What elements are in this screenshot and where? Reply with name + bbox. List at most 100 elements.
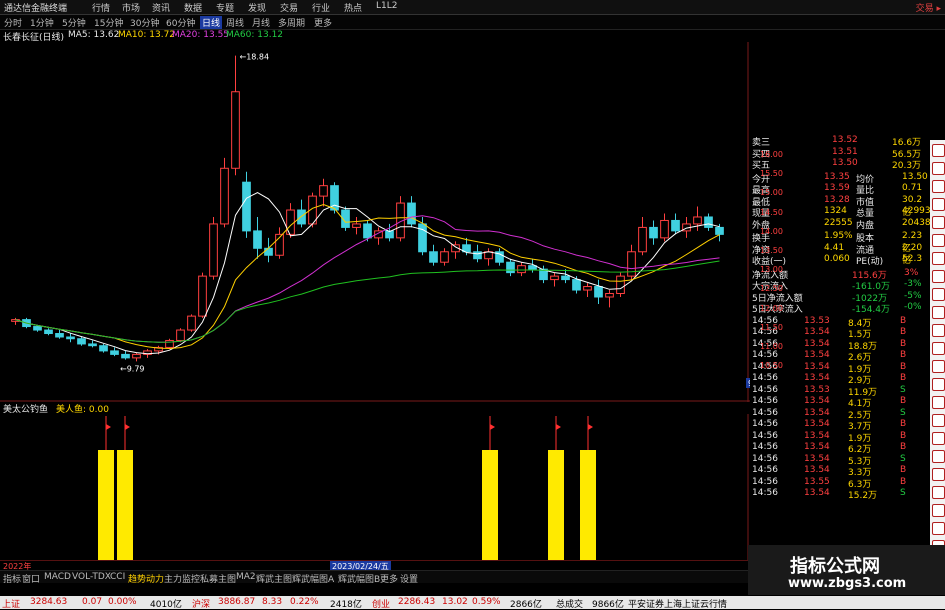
period-more[interactable]: 更多 [314, 16, 332, 29]
candle-body [352, 223, 361, 228]
period-daily[interactable]: 日线 [200, 16, 223, 29]
menu-item-topics[interactable]: 专题 [216, 1, 234, 14]
tab-hw-b[interactable]: 辉武幅图B [338, 572, 380, 585]
tab-hw-main[interactable]: 辉武主图 [256, 572, 292, 585]
tab-more[interactable]: 更多 [380, 572, 398, 585]
tab-indicator[interactable]: 指标 [3, 572, 21, 585]
period-30min[interactable]: 30分钟 [130, 16, 159, 29]
order-row-cell: 20.3万 [892, 161, 922, 171]
period-5min[interactable]: 5分钟 [62, 16, 86, 29]
price-axis-tick: 10.50 [760, 361, 783, 371]
candle-body [572, 279, 581, 291]
sidebar-tool-icon[interactable] [932, 468, 945, 481]
tick-row: 14:56 13.54 2.9万 B [752, 373, 930, 386]
menu-item-data[interactable]: 数据 [184, 1, 202, 14]
period-timeshare[interactable]: 分时 [4, 16, 22, 29]
sidebar-tool-icon[interactable] [932, 216, 945, 229]
candlestick-chart[interactable]: ←18.84 ←9.79 9.85 [0, 42, 750, 402]
menu-item-discover[interactable]: 发现 [248, 1, 266, 14]
sidebar-tool-icon[interactable] [932, 306, 945, 319]
candle-body [561, 275, 570, 281]
sidebar-tool-icon[interactable] [932, 252, 945, 265]
period-60min[interactable]: 60分钟 [166, 16, 195, 29]
sidebar-tool-icon[interactable] [932, 360, 945, 373]
candle-body [506, 261, 515, 274]
candle-body [583, 286, 592, 291]
tab-window[interactable]: 窗口 [22, 572, 40, 585]
sidebar-tool-icon[interactable] [932, 432, 945, 445]
candle-body [627, 251, 636, 277]
tick-row-cell: 13.54 [804, 442, 830, 452]
sidebar-tool-icon[interactable] [932, 504, 945, 517]
tab-private-main[interactable]: 私募主图 [200, 572, 236, 585]
menu-item-quotes[interactable]: 行情 [92, 1, 110, 14]
period-15min[interactable]: 15分钟 [94, 16, 123, 29]
tick-row-cell: 14:56 [752, 465, 778, 475]
sidebar-tool-icon[interactable] [932, 144, 945, 157]
stat-row-cell: PE(动) [856, 257, 884, 267]
tick-row-cell: 14:56 [752, 350, 778, 360]
period-1min[interactable]: 1分钟 [30, 16, 54, 29]
candle-body [55, 333, 64, 338]
tab-trend[interactable]: 趋势动力 [128, 572, 164, 585]
sidebar-tool-icon[interactable] [932, 522, 945, 535]
candle-body [473, 251, 482, 260]
sidebar-tool-icon[interactable] [932, 378, 945, 391]
period-multi[interactable]: 多周期 [278, 16, 305, 29]
high-marker: ←18.84 [240, 53, 270, 62]
cy-amount: 2866亿 [510, 600, 542, 610]
ma60-value: MA60: 13.12 [226, 30, 284, 40]
tab-macd[interactable]: MACD [44, 572, 71, 582]
sidebar-tool-icon[interactable] [932, 396, 945, 409]
watermark-title: 指标公式网 [790, 556, 880, 577]
tick-row: 14:56 13.55 6.3万 B [752, 477, 930, 490]
price-axis-tick: 12.00 [760, 303, 783, 313]
watermark: 指标公式网 www.zbgs3.com [748, 545, 945, 595]
tab-hw-a[interactable]: 辉武幅图A [292, 572, 334, 585]
menu-item-l1l2[interactable]: L1L2 [376, 1, 397, 11]
stat-row-cell: 52.3 [902, 254, 923, 264]
menu-item-hot[interactable]: 热点 [344, 1, 362, 14]
menu-item-industry[interactable]: 行业 [312, 1, 330, 14]
tab-cci[interactable]: CCI [110, 572, 125, 582]
ma10-value: MA10: 13.72 [118, 30, 176, 40]
menu-item-news[interactable]: 资讯 [152, 1, 170, 14]
tick-row: 14:56 13.54 3.7万 B [752, 419, 930, 432]
tab-ma2[interactable]: MA2 [236, 572, 256, 582]
trade-button[interactable]: 交易 ▸ [916, 1, 941, 14]
price-axis-tick: 15.50 [760, 169, 783, 179]
sidebar-tool-icon[interactable] [932, 486, 945, 499]
flow-row-cell: -154.4万 [852, 305, 891, 315]
tab-settings[interactable]: 设置 [400, 572, 418, 585]
sidebar-tool-icon[interactable] [932, 342, 945, 355]
sidebar-tool-icon[interactable] [932, 414, 945, 427]
sidebar-tool-icon[interactable] [932, 198, 945, 211]
tick-row: 14:56 13.54 6.2万 B [752, 442, 930, 455]
tick-row-cell: 15.2万 [848, 491, 878, 501]
sidebar-tool-icon[interactable] [932, 450, 945, 463]
sidebar-tool-icon[interactable] [932, 324, 945, 337]
sidebar-tool-icon[interactable] [932, 234, 945, 247]
tick-row-cell: S [900, 407, 906, 418]
candle-body [33, 326, 42, 331]
candle-body [132, 353, 141, 359]
menu-item-trade[interactable]: 交易 [280, 1, 298, 14]
indicator-tabs: 指标 窗口 MACD VOL-TDX CCI 趋势动力 主力监控 私募主图 MA… [0, 570, 750, 585]
period-monthly[interactable]: 月线 [252, 16, 270, 29]
order-row-cell: 13.51 [832, 146, 858, 157]
tab-main-monitor[interactable]: 主力监控 [164, 572, 200, 585]
tab-vol-tdx[interactable]: VOL-TDX [72, 572, 111, 582]
menu-item-market[interactable]: 市场 [122, 1, 140, 14]
indicator-chart[interactable]: 80.0070.0060.0050.0040.0030.0020.0010.00 [0, 414, 750, 560]
period-weekly[interactable]: 周线 [226, 16, 244, 29]
sidebar-tool-icon[interactable] [932, 270, 945, 283]
stat-row-cell: 20438 [902, 217, 931, 228]
tick-row: 14:56 13.54 3.3万 B [752, 465, 930, 478]
sidebar-tool-icon[interactable] [932, 288, 945, 301]
total-amount: 9866亿 [592, 600, 624, 610]
sidebar-tool-icon[interactable] [932, 162, 945, 175]
tick-row: 14:56 13.54 2.6万 B [752, 350, 930, 363]
tick-row-cell: 14:56 [752, 384, 778, 395]
sidebar-tool-icon[interactable] [932, 180, 945, 193]
tick-row-cell: 13.54 [804, 430, 830, 441]
